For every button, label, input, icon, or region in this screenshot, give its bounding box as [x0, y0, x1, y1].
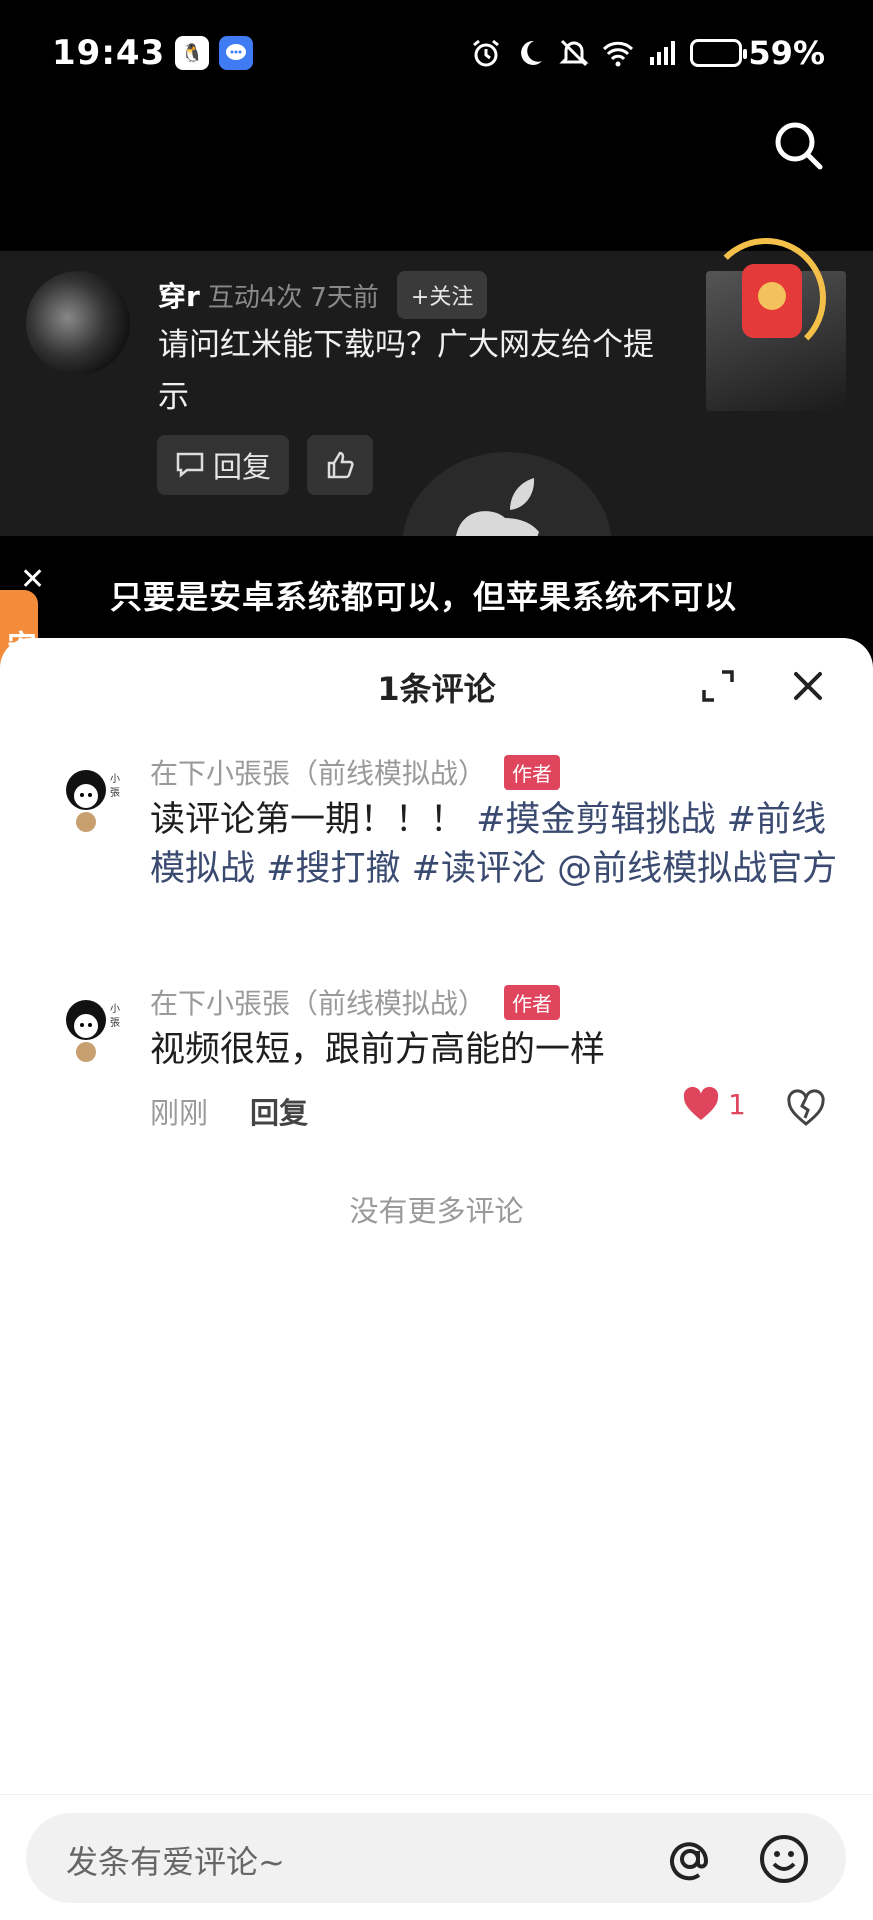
- author-badge: 作者: [504, 754, 561, 790]
- comment-text: 读评论第一期！！！ #摸金剪辑挑战 #前线模拟战 #搜打撤 #读评沦 @前线模拟…: [150, 796, 840, 894]
- commenter-name[interactable]: 穿r: [158, 275, 200, 315]
- comment-time: 7天前: [310, 282, 379, 313]
- heart-icon: [683, 1086, 719, 1120]
- expand-icon[interactable]: [700, 668, 736, 704]
- no-more-comments: 没有更多评论: [349, 1194, 524, 1228]
- svg-text:張: 張: [110, 787, 120, 799]
- svg-text:張: 張: [110, 1017, 120, 1029]
- mute-icon: [559, 39, 590, 67]
- hashtag-link[interactable]: #摸金剪辑挑战: [476, 800, 715, 840]
- close-icon[interactable]: [790, 668, 826, 704]
- comment-input[interactable]: 发条有爱评论~: [26, 1813, 846, 1903]
- avatar[interactable]: [26, 271, 130, 375]
- comment-text: 视频很短，跟前方高能的一样: [150, 1030, 606, 1070]
- comment-time: 刚刚: [150, 1096, 209, 1130]
- comment-icon: [176, 452, 204, 478]
- hashtag-link[interactable]: #读评沦: [412, 849, 546, 889]
- message-icon: [219, 36, 254, 70]
- thumbs-up-icon: [327, 451, 354, 479]
- hashtag-link[interactable]: #搜打撤: [266, 849, 400, 889]
- avatar[interactable]: 小張: [58, 990, 130, 1066]
- video-subtitle: 只要是安卓系统都可以，但苹果系统不可以: [110, 578, 738, 616]
- comment-header: 在下小張張（前线模拟战） 作者: [150, 982, 561, 1022]
- like-button[interactable]: [307, 435, 374, 495]
- video-top-area: [0, 106, 873, 251]
- battery-level: 59%: [748, 34, 825, 72]
- follow-button[interactable]: +关注: [396, 271, 488, 319]
- svg-text:小: 小: [110, 773, 120, 785]
- reply-button[interactable]: 回复: [157, 435, 290, 495]
- status-time: 19:43: [52, 33, 166, 73]
- comment-header: 在下小張張（前线模拟战） 作者: [150, 752, 561, 792]
- at-mention-icon[interactable]: [662, 1831, 718, 1887]
- svg-text:小: 小: [110, 1003, 120, 1015]
- avatar[interactable]: 小張: [58, 760, 130, 836]
- preview-comment-actions: 回复: [157, 435, 374, 495]
- red-packet-widget[interactable]: [706, 238, 826, 358]
- like-button[interactable]: 1: [682, 1086, 746, 1122]
- qq-icon: 🐧: [175, 36, 210, 70]
- mention-link[interactable]: @前线模拟战官方: [557, 849, 837, 889]
- comment-sheet: 1条评论 小張 在下小張張（前线模拟战） 作者 读评论第一期！！！ #摸金剪辑挑…: [0, 638, 873, 1920]
- reply-label: 回复: [213, 450, 272, 484]
- sheet-title: 1条评论: [377, 670, 496, 708]
- comment-author[interactable]: 在下小張張（前线模拟战）: [150, 752, 486, 792]
- subtitle-row: ✕ 只要是安卓系统都可以，但苹果系统不可以: [0, 536, 873, 638]
- emoji-icon[interactable]: [756, 1831, 812, 1887]
- interaction-count: 互动4次: [207, 282, 303, 313]
- alarm-icon: [473, 39, 500, 67]
- comment-author[interactable]: 在下小張張（前线模拟战）: [150, 982, 486, 1022]
- red-packet-icon: [742, 264, 802, 338]
- battery-indicator: 59%: [690, 34, 825, 72]
- wifi-icon: [603, 41, 634, 67]
- comment-input-placeholder: 发条有爱评论~: [66, 1843, 285, 1881]
- comment-input-bar: 发条有爱评论~: [0, 1794, 873, 1920]
- status-bar: 19:43 🐧 59%: [0, 0, 873, 106]
- comment-footer: 刚刚 回复: [150, 1090, 308, 1132]
- preview-comment-text: 请问红米能下载吗？广大网友给个提示: [158, 327, 654, 415]
- reply-button[interactable]: 回复: [250, 1090, 308, 1132]
- search-icon[interactable]: [769, 116, 829, 176]
- moon-icon: [521, 40, 543, 65]
- broken-heart-icon[interactable]: [786, 1088, 826, 1128]
- preview-comment-header: 穿r 互动4次 7天前 +关注: [158, 271, 488, 319]
- signal-icon: [650, 41, 676, 65]
- like-count: 1: [728, 1087, 746, 1121]
- battery-icon: [690, 39, 748, 67]
- author-badge: 作者: [504, 984, 561, 1020]
- comment-plain-text: 读评论第一期！！！: [150, 800, 466, 840]
